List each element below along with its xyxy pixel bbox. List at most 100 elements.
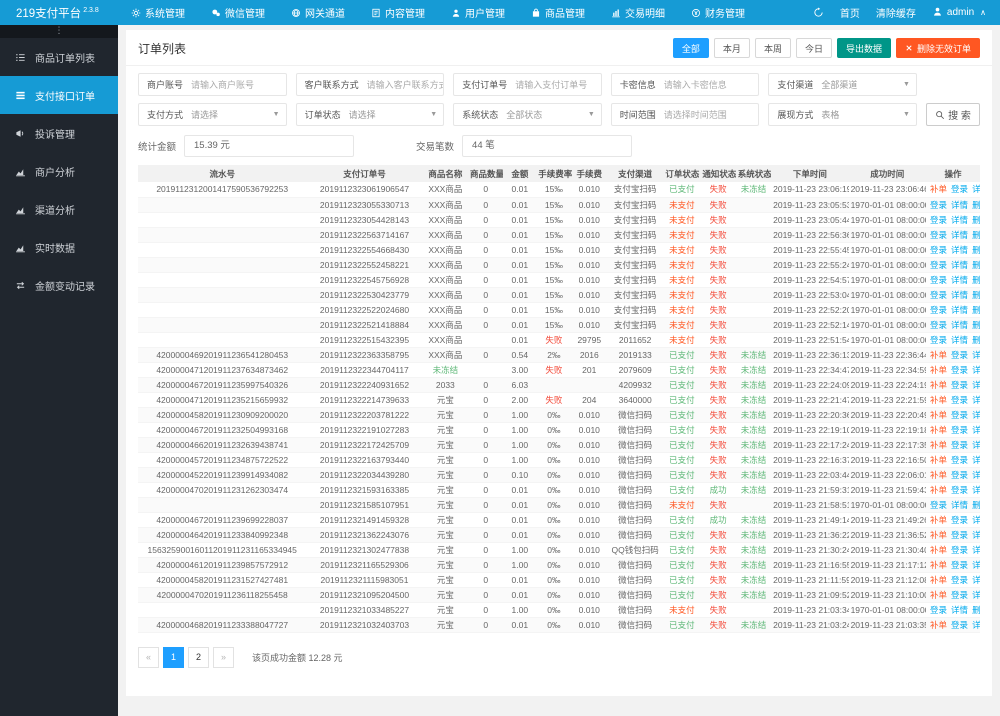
op-link[interactable]: 删除: [972, 200, 980, 210]
next-page-button[interactable]: »: [213, 647, 234, 668]
op-link[interactable]: 登录: [930, 275, 947, 285]
op-link[interactable]: 详情: [972, 545, 980, 555]
range-button[interactable]: 今日: [796, 38, 832, 58]
op-link[interactable]: 详情: [972, 365, 980, 375]
op-link[interactable]: 补单: [930, 410, 947, 420]
op-link[interactable]: 补单: [930, 575, 947, 585]
filter-input[interactable]: 卡密信息: [611, 73, 760, 96]
nav-item[interactable]: 商品管理: [518, 0, 598, 25]
filter-text-input[interactable]: [515, 80, 601, 90]
nav-item[interactable]: 交易明细: [598, 0, 678, 25]
op-link[interactable]: 删除: [972, 290, 980, 300]
op-link[interactable]: 详情: [972, 485, 980, 495]
op-link[interactable]: 详情: [972, 395, 980, 405]
op-link[interactable]: 详情: [972, 575, 980, 585]
op-link[interactable]: 详情: [972, 350, 980, 360]
op-link[interactable]: 删除: [972, 245, 980, 255]
range-button[interactable]: 全部: [673, 38, 709, 58]
op-link[interactable]: 登录: [951, 380, 968, 390]
filter-input[interactable]: 客户联系方式: [296, 73, 445, 96]
op-link[interactable]: 登录: [951, 410, 968, 420]
op-link[interactable]: 补单: [930, 515, 947, 525]
range-button[interactable]: 本周: [755, 38, 791, 58]
op-link[interactable]: 登录: [951, 515, 968, 525]
op-link[interactable]: 删除: [972, 230, 980, 240]
op-link[interactable]: 登录: [951, 485, 968, 495]
op-link[interactable]: 详情: [972, 455, 980, 465]
range-button[interactable]: 本月: [714, 38, 750, 58]
op-link[interactable]: 登录: [951, 350, 968, 360]
user-menu[interactable]: admin ∧: [932, 6, 986, 20]
op-link[interactable]: 删除: [972, 275, 980, 285]
op-link[interactable]: 登录: [951, 470, 968, 480]
home-link[interactable]: 首页: [840, 5, 860, 20]
op-link[interactable]: 补单: [930, 184, 947, 194]
op-link[interactable]: 登录: [951, 425, 968, 435]
op-link[interactable]: 登录: [951, 530, 968, 540]
filter-input[interactable]: 时间范围: [611, 103, 760, 126]
nav-item[interactable]: 内容管理: [358, 0, 438, 25]
op-link[interactable]: 补单: [930, 530, 947, 540]
search-button[interactable]: 搜 索: [926, 103, 980, 126]
op-link[interactable]: 登录: [951, 545, 968, 555]
filter-text-input[interactable]: [664, 80, 759, 90]
op-link[interactable]: 详情: [951, 275, 968, 285]
op-link[interactable]: 补单: [930, 455, 947, 465]
sidebar-collapse-toggle[interactable]: ⋮: [0, 25, 118, 38]
sidebar-item[interactable]: 实时数据: [0, 228, 118, 266]
op-link[interactable]: 登录: [930, 245, 947, 255]
filter-select[interactable]: 支付方式请选择▼: [138, 103, 287, 126]
op-link[interactable]: 删除: [972, 260, 980, 270]
op-link[interactable]: 登录: [951, 395, 968, 405]
nav-item[interactable]: 微信管理: [198, 0, 278, 25]
op-link[interactable]: 登录: [930, 290, 947, 300]
nav-item[interactable]: 网关通道: [278, 0, 358, 25]
op-link[interactable]: 删除: [972, 500, 980, 510]
op-link[interactable]: 详情: [951, 260, 968, 270]
filter-select[interactable]: 订单状态请选择▼: [296, 103, 445, 126]
op-link[interactable]: 详情: [951, 245, 968, 255]
op-link[interactable]: 登录: [930, 305, 947, 315]
op-link[interactable]: 详情: [951, 230, 968, 240]
nav-item[interactable]: 系统管理: [118, 0, 198, 25]
op-link[interactable]: 详情: [972, 380, 980, 390]
op-link[interactable]: 登录: [930, 230, 947, 240]
op-link[interactable]: 补单: [930, 470, 947, 480]
op-link[interactable]: 补单: [930, 365, 947, 375]
page-button[interactable]: 2: [188, 647, 209, 668]
op-link[interactable]: 登录: [951, 560, 968, 570]
op-link[interactable]: 详情: [972, 590, 980, 600]
filter-select[interactable]: 系统状态全部状态▼: [453, 103, 602, 126]
op-link[interactable]: 删除: [972, 335, 980, 345]
op-link[interactable]: 详情: [951, 290, 968, 300]
op-link[interactable]: 详情: [972, 184, 980, 194]
delete-invalid-button[interactable]: 删除无效订单: [896, 38, 980, 58]
op-link[interactable]: 补单: [930, 590, 947, 600]
op-link[interactable]: 详情: [972, 530, 980, 540]
op-link[interactable]: 删除: [972, 215, 980, 225]
filter-text-input[interactable]: [191, 80, 286, 90]
refresh-button[interactable]: [813, 7, 824, 18]
filter-input[interactable]: 支付订单号: [453, 73, 602, 96]
op-link[interactable]: 登录: [951, 455, 968, 465]
op-link[interactable]: 详情: [972, 470, 980, 480]
page-button[interactable]: 1: [163, 647, 184, 668]
op-link[interactable]: 详情: [951, 605, 968, 615]
op-link[interactable]: 补单: [930, 485, 947, 495]
op-link[interactable]: 补单: [930, 440, 947, 450]
sidebar-item[interactable]: 金额变动记录: [0, 266, 118, 304]
nav-item[interactable]: 用户管理: [438, 0, 518, 25]
op-link[interactable]: 登录: [951, 590, 968, 600]
op-link[interactable]: 登录: [951, 440, 968, 450]
filter-text-input[interactable]: [664, 110, 759, 120]
op-link[interactable]: 登录: [930, 335, 947, 345]
op-link[interactable]: 详情: [951, 320, 968, 330]
op-link[interactable]: 详情: [972, 410, 980, 420]
nav-item[interactable]: 财务管理: [678, 0, 758, 25]
op-link[interactable]: 删除: [972, 305, 980, 315]
op-link[interactable]: 登录: [930, 605, 947, 615]
op-link[interactable]: 登录: [930, 320, 947, 330]
op-link[interactable]: 详情: [972, 515, 980, 525]
clear-cache-link[interactable]: 清除缓存: [876, 5, 916, 20]
sidebar-item[interactable]: 投诉管理: [0, 114, 118, 152]
